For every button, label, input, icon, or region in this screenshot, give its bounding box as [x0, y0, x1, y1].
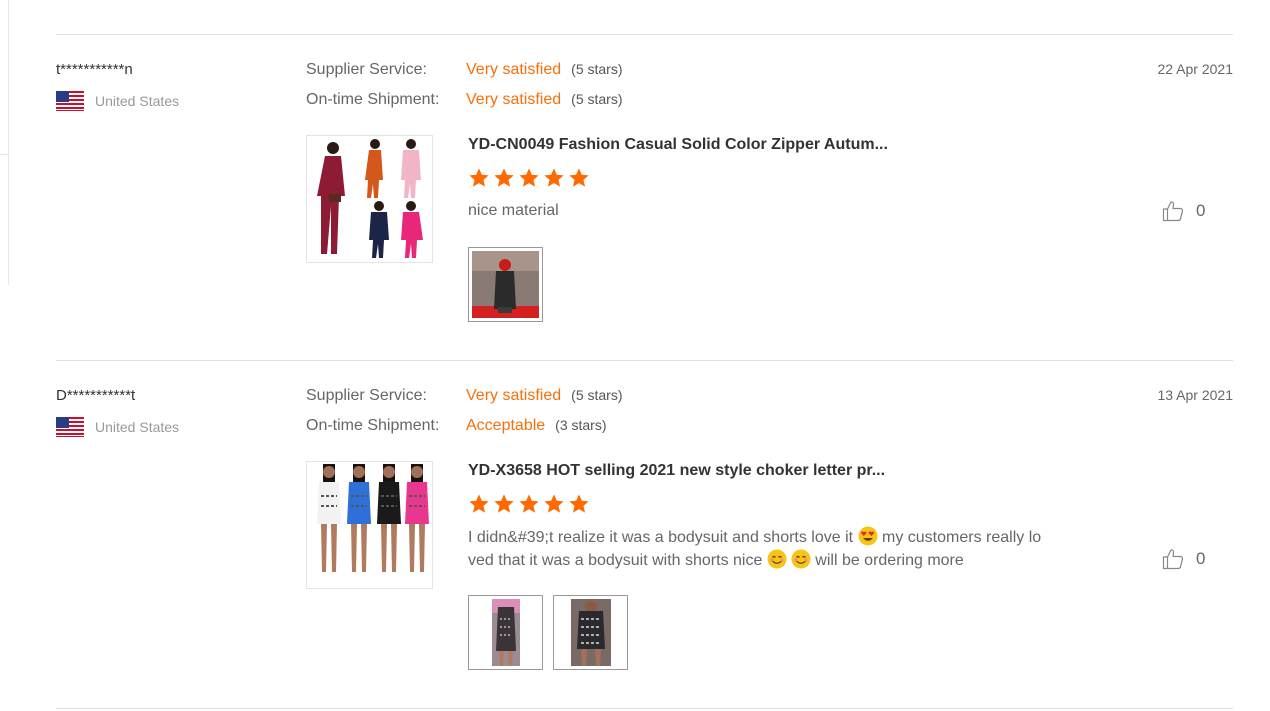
- review-comment: nice material: [468, 202, 559, 219]
- star-icon: [544, 494, 564, 513]
- product-star-rating: [468, 493, 590, 515]
- star-icon: [519, 494, 539, 513]
- shipment-stars: (5 stars): [571, 91, 623, 107]
- supplier-service-rating: Supplier Service: Very satisfied (5 star…: [306, 387, 866, 417]
- like-count: 0: [1196, 201, 1206, 220]
- supplier-service-label: Supplier Service:: [306, 387, 427, 404]
- reviewer-info: t***********n United States: [56, 61, 286, 111]
- us-flag-icon: [56, 417, 84, 437]
- like-button[interactable]: 0: [1161, 199, 1205, 223]
- star-icon: [469, 168, 489, 187]
- shipment-rating: On-time Shipment: Very satisfied (5 star…: [306, 91, 866, 121]
- review-date: 22 Apr 2021: [1157, 61, 1233, 77]
- supplier-service-rating: Supplier Service: Very satisfied (5 star…: [306, 61, 866, 91]
- product-star-rating: [468, 167, 590, 189]
- reviewer-country: United States: [56, 91, 286, 111]
- review-photo[interactable]: [468, 595, 543, 670]
- review-item: t***********n United States Supplier Ser…: [56, 61, 1233, 351]
- heart-eyes-emoji-icon: [858, 526, 878, 546]
- supplier-service-stars: (5 stars): [571, 61, 623, 77]
- reviewer-country: United States: [56, 417, 286, 437]
- comment-text: ved that it was a bodysuit with shorts n…: [468, 552, 763, 569]
- shipment-rating: On-time Shipment: Acceptable (3 stars): [306, 417, 866, 447]
- star-icon: [494, 168, 514, 187]
- star-icon: [469, 494, 489, 513]
- thumbs-up-icon: [1162, 201, 1184, 222]
- reviewer-info: D***********t United States: [56, 387, 286, 437]
- comment-text: I didn&#39;t realize it was a bodysuit a…: [468, 529, 854, 546]
- supplier-ratings: Supplier Service: Very satisfied (5 star…: [306, 61, 866, 121]
- page-left-border-tick: [0, 154, 9, 155]
- star-icon: [494, 494, 514, 513]
- shipment-stars: (3 stars): [555, 417, 607, 433]
- comment-text: will be ordering more: [810, 552, 964, 569]
- product-image[interactable]: [306, 461, 433, 589]
- us-flag-icon: [56, 91, 84, 111]
- country-name: United States: [95, 419, 180, 435]
- review-photos: [468, 595, 628, 670]
- thumbs-up-icon: [1162, 549, 1184, 570]
- review-date: 13 Apr 2021: [1157, 387, 1233, 403]
- review-divider: [56, 34, 1233, 35]
- review-photo[interactable]: [468, 247, 543, 322]
- like-count: 0: [1196, 549, 1206, 568]
- shipment-value: Acceptable: [466, 417, 546, 434]
- smiling-face-emoji-icon: [791, 549, 811, 569]
- product-title[interactable]: YD-X3658 HOT selling 2021 new style chok…: [468, 462, 885, 480]
- page-left-border: [8, 0, 9, 285]
- shipment-value: Very satisfied: [466, 91, 562, 108]
- comment-text: my customers really lo: [877, 529, 1042, 546]
- review-photos: [468, 247, 543, 322]
- star-icon: [569, 168, 589, 187]
- review-item: D***********t United States Supplier Ser…: [56, 387, 1233, 697]
- star-icon: [519, 168, 539, 187]
- country-name: United States: [95, 93, 180, 109]
- product-image[interactable]: [306, 135, 433, 263]
- supplier-service-value: Very satisfied: [466, 61, 562, 78]
- reviewer-name: t***********n: [56, 61, 133, 78]
- smiling-face-emoji-icon: [767, 549, 787, 569]
- star-icon: [569, 494, 589, 513]
- review-divider: [56, 360, 1233, 361]
- review-comment: I didn&#39;t realize it was a bodysuit a…: [468, 526, 1098, 572]
- star-icon: [544, 168, 564, 187]
- review-divider: [56, 708, 1233, 709]
- supplier-service-label: Supplier Service:: [306, 61, 427, 78]
- reviewer-name: D***********t: [56, 387, 136, 404]
- like-button[interactable]: 0: [1161, 547, 1205, 571]
- review-photo[interactable]: [553, 595, 628, 670]
- supplier-service-stars: (5 stars): [571, 387, 623, 403]
- shipment-label: On-time Shipment:: [306, 417, 440, 434]
- shipment-label: On-time Shipment:: [306, 91, 440, 108]
- product-title[interactable]: YD-CN0049 Fashion Casual Solid Color Zip…: [468, 136, 888, 154]
- supplier-ratings: Supplier Service: Very satisfied (5 star…: [306, 387, 866, 447]
- supplier-service-value: Very satisfied: [466, 387, 562, 404]
